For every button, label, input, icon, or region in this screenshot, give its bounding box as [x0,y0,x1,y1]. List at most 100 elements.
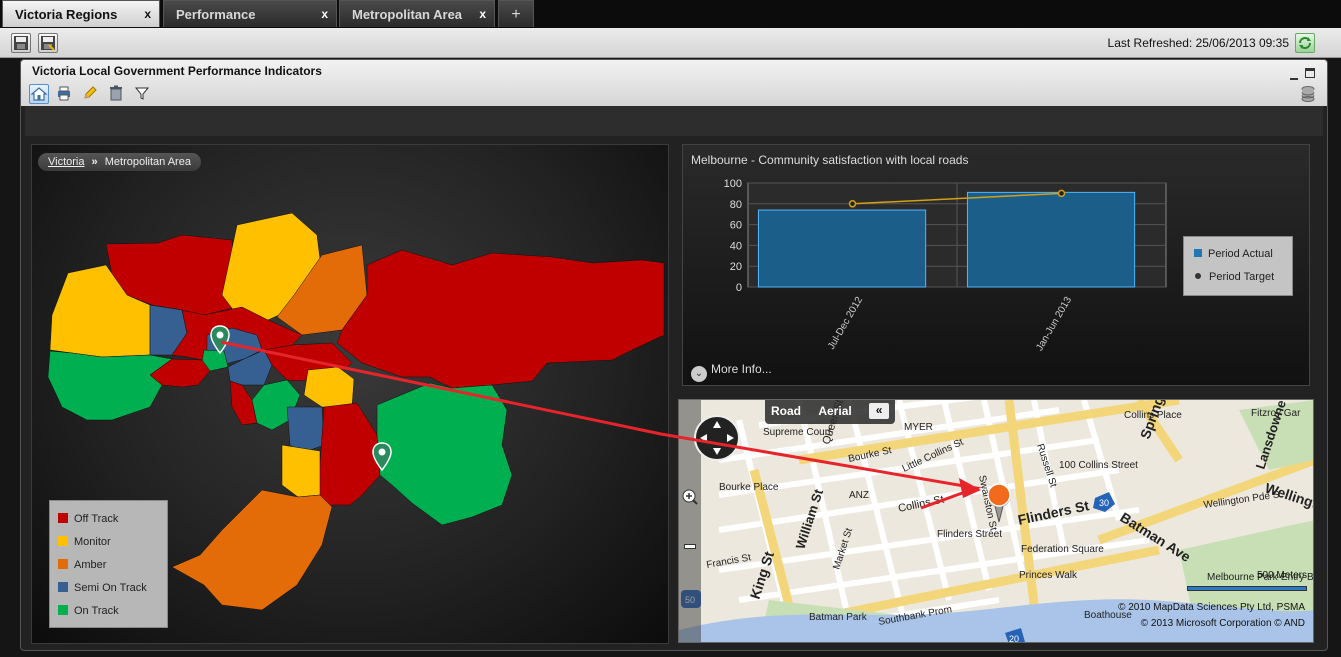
bar-period-actual [966,191,1136,288]
delete-button[interactable] [107,84,127,104]
place-label: Flinders Street [937,529,1002,540]
filter-button[interactable] [133,84,153,104]
legend-label: Period Actual [1208,248,1273,260]
zoom-slider-handle[interactable] [684,544,696,549]
chart-title: Melbourne - Community satisfaction with … [691,153,969,167]
region-on-track-southeast[interactable] [376,382,513,526]
region-monitor-centre[interactable] [303,366,355,408]
chart-legend-item-target: Period Target [1194,271,1274,283]
filter-icon [134,87,150,100]
bar-chart: 0 20 40 60 80 100 Jul-Dec 2012 Jan-Jun 2013 [724,178,1167,353]
place-label: MYER [904,422,933,433]
legend-item-semi-on-track: Semi On Track [58,580,147,596]
tab-bar: Victoria Regions x Performance x Metropo… [0,0,1341,28]
collapse-toolbar-icon[interactable]: « [869,403,890,419]
add-tab-button[interactable]: + [498,0,534,27]
map-scale: 500 Meters [1256,570,1307,581]
chart-legend-item-actual: Period Actual [1194,248,1273,260]
region-off-track-southeast[interactable] [316,402,381,506]
legend-label: Amber [74,559,107,571]
route-30-label: 30 [1099,498,1109,508]
place-label: Supreme Court [763,427,831,438]
place-label: 100 Collins Street [1059,460,1138,471]
more-info-label: More Info... [711,362,772,376]
legend-swatch [58,605,68,615]
place-label: Collins Place [1124,410,1182,421]
zoom-in-icon[interactable] [681,488,699,506]
place-label: Batman Park [809,612,868,623]
legend-item-monitor: Monitor [58,534,111,550]
refresh-button[interactable] [1295,33,1315,53]
region-monitor-south[interactable] [281,444,321,498]
minimize-icon [1290,78,1298,80]
more-info-link[interactable]: ⌄ More Info... [691,362,772,382]
map-copyright: © 2013 Microsoft Corporation © AND [1140,618,1305,629]
x-tick-label: Jul-Dec 2012 [826,295,865,352]
map-scale-bar [1187,586,1307,591]
save-as-button[interactable] [38,33,58,53]
pan-compass-icon[interactable] [693,414,741,462]
main-toolbar: Last Refreshed: 25/06/2013 09:35 [0,28,1341,58]
y-tick-label: 0 [736,282,742,294]
print-icon [58,86,70,101]
save-button[interactable] [11,33,31,53]
region-on-track-west[interactable] [47,350,173,421]
edit-icon [84,86,97,99]
legend-label: Off Track [74,513,119,525]
save-icon [14,36,28,50]
database-button[interactable] [1301,86,1315,102]
tab-metropolitan-area[interactable]: Metropolitan Area x [339,0,495,27]
y-tick-label: 40 [730,240,742,252]
point-period-target [1057,189,1066,198]
print-button[interactable] [55,84,75,104]
region-off-track-east[interactable] [336,249,665,389]
place-label: ANZ [849,490,869,501]
street-map[interactable]: 30 20 50 Queen St Bourke St Collins St F… [678,399,1314,643]
edit-button[interactable] [81,84,101,104]
tab-label: Performance [176,7,256,22]
tab-performance[interactable]: Performance x [163,0,337,27]
map-mode-road[interactable]: Road [771,404,801,418]
y-tick-label: 60 [730,220,742,232]
legend-item-on-track: On Track [58,603,119,619]
maximize-button[interactable] [1305,68,1315,78]
app-window: Victoria Regions x Performance x Metropo… [0,0,1341,657]
chart-panel: Melbourne - Community satisfaction with … [682,144,1310,386]
region-amber-peninsula[interactable] [171,489,333,611]
legend-item-amber: Amber [58,557,106,573]
map-pin-marker[interactable] [372,442,392,472]
tab-victoria-regions[interactable]: Victoria Regions x [2,0,160,27]
tab-close-icon[interactable]: x [321,1,328,28]
filter-strip [25,106,1323,136]
legend-swatch [58,513,68,523]
tab-label: Victoria Regions [15,7,118,22]
legend-swatch [1194,249,1202,257]
chevron-down-icon: ⌄ [691,366,707,382]
tab-close-icon[interactable]: x [144,1,151,28]
route-20-label: 20 [1009,634,1019,643]
minimize-button[interactable] [1289,68,1299,80]
region-map[interactable]: Victoria » Metropolitan Area Off Track M… [31,144,669,644]
legend-swatch [58,559,68,569]
chart-legend: Period Actual Period Target [1183,236,1293,296]
map-mode-aerial[interactable]: Aerial [818,404,851,418]
region-semi-on-track-southeast[interactable] [286,406,325,454]
y-tick-label: 100 [724,178,742,190]
map-type-toolbar: Road Aerial « [765,400,896,424]
panel-header: Victoria Local Government Performance In… [21,60,1327,106]
save-as-icon [41,36,55,51]
place-label: Princes Walk [1019,570,1078,581]
location-pin-icon[interactable] [984,482,1014,526]
bar-period-actual [757,209,927,288]
legend-label: Semi On Track [74,582,147,594]
legend-label: Period Target [1209,271,1275,283]
map-pin-marker[interactable] [210,325,230,355]
legend-swatch [1195,273,1201,279]
tab-label: Metropolitan Area [352,7,463,22]
legend-label: Monitor [74,536,111,548]
home-button[interactable] [29,84,49,104]
y-tick-label: 80 [730,199,742,211]
delete-icon [110,85,122,101]
refresh-icon [1299,37,1311,49]
tab-close-icon[interactable]: x [479,1,486,28]
